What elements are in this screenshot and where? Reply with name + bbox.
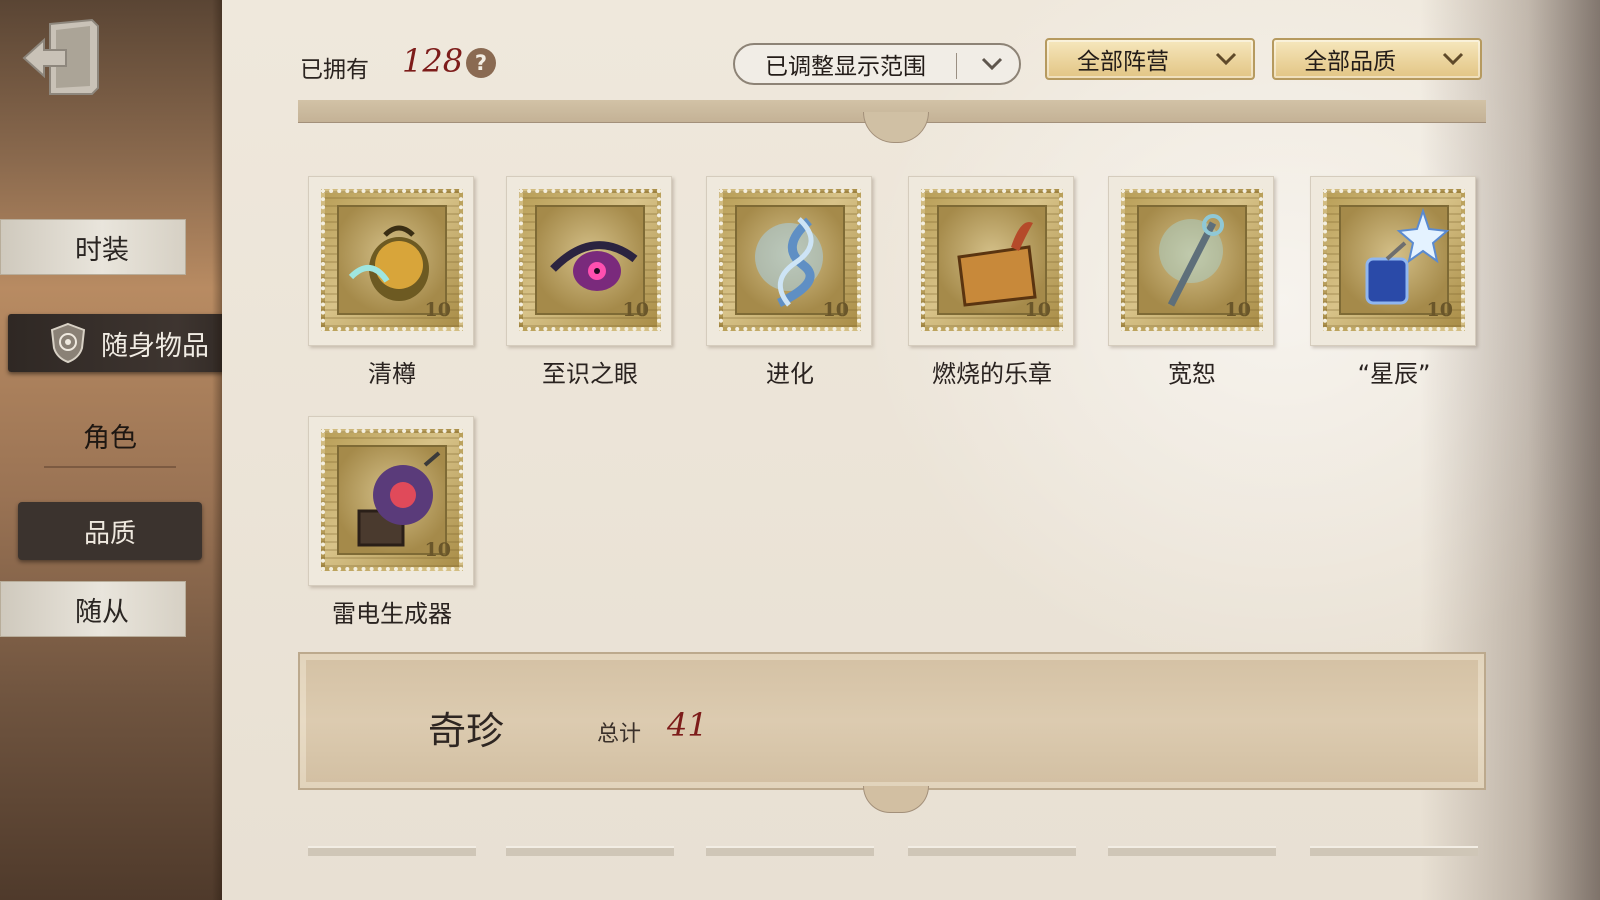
stamp-value: 10 <box>1024 299 1051 321</box>
sidebar-item-label: 角色 <box>83 422 137 454</box>
category-total-label: 总计 <box>597 722 642 747</box>
next-row-stamp[interactable] <box>1310 846 1478 856</box>
sidebar: 时装 随身物品 角色 品质 随从 <box>0 0 250 900</box>
quality-dropdown[interactable]: 全部品质 <box>1272 38 1482 80</box>
sidebar-item-label: 品质 <box>83 518 136 549</box>
owned-label: 已拥有 <box>300 57 369 83</box>
display-range-label: 已调整显示范围 <box>765 54 926 80</box>
chevron-down-icon <box>1442 52 1464 66</box>
next-row-stamp[interactable] <box>506 846 674 856</box>
stamp-value: 10 <box>424 539 451 561</box>
sidebar-item-costume[interactable]: 时装 <box>0 219 186 275</box>
stamp-value: 10 <box>822 299 849 321</box>
stamp: 10 <box>1121 189 1263 331</box>
stamp-frame: 10 <box>1310 176 1476 346</box>
stamp-frame: 10 <box>308 416 474 586</box>
item-stamp[interactable]: 10 燃烧的乐章 <box>908 176 1076 389</box>
item-label: 宽恕 <box>1168 360 1216 388</box>
chevron-down-icon <box>1215 52 1237 66</box>
stamp-frame: 10 <box>706 176 872 346</box>
sidebar-item-follower[interactable]: 随从 <box>0 581 186 637</box>
item-label: 进化 <box>766 360 814 388</box>
stamp-value: 10 <box>424 299 451 321</box>
sidebar-item-quality[interactable]: 品质 <box>18 502 202 560</box>
stamp-value: 10 <box>1224 299 1251 321</box>
stamp: 10 <box>921 189 1063 331</box>
stamp-frame: 10 <box>1108 176 1274 346</box>
item-stamp[interactable]: 10 进化 <box>706 176 874 389</box>
stamp-value: 10 <box>622 299 649 321</box>
stamp: 10 <box>519 189 661 331</box>
next-row-stamp[interactable] <box>908 846 1076 856</box>
sidebar-item-label: 时装 <box>75 234 129 266</box>
stamp: 10 <box>321 429 463 571</box>
item-label: “星辰” <box>1357 360 1431 388</box>
item-stamp[interactable]: 10 宽恕 <box>1108 176 1276 389</box>
help-icon[interactable]: ? <box>466 48 496 78</box>
next-row-stamp[interactable] <box>308 846 476 856</box>
sidebar-item-character[interactable]: 角色 <box>20 408 200 468</box>
category-title: 奇珍 <box>428 709 505 753</box>
item-label: 燃烧的乐章 <box>932 360 1052 388</box>
quality-dropdown-label: 全部品质 <box>1304 49 1396 75</box>
exit-icon[interactable] <box>20 18 102 100</box>
item-stamp[interactable]: 10 清樽 <box>308 176 476 389</box>
chevron-down-icon <box>981 57 1003 71</box>
item-stamp[interactable]: 10 至识之眼 <box>506 176 674 389</box>
item-stamp[interactable]: 10 雷电生成器 <box>308 416 476 629</box>
display-range-dropdown[interactable]: 已调整显示范围 <box>733 43 1021 85</box>
faction-dropdown[interactable]: 全部阵营 <box>1045 38 1255 80</box>
stamp-frame: 10 <box>308 176 474 346</box>
dropdown-separator <box>956 53 957 79</box>
shield-icon <box>50 322 86 364</box>
stamp: 10 <box>1323 189 1465 331</box>
item-label: 清樽 <box>368 360 416 388</box>
sidebar-item-label: 随从 <box>75 596 129 628</box>
category-total-value: 41 <box>667 706 708 744</box>
stamp-value: 10 <box>1426 299 1453 321</box>
stamp: 10 <box>719 189 861 331</box>
item-stamp[interactable]: 10 “星辰” <box>1310 176 1478 389</box>
stamp: 10 <box>321 189 463 331</box>
stamp-frame: 10 <box>908 176 1074 346</box>
faction-dropdown-label: 全部阵营 <box>1077 49 1169 75</box>
item-label: 雷电生成器 <box>332 600 452 628</box>
next-row-stamp[interactable] <box>706 846 874 856</box>
stamp-frame: 10 <box>506 176 672 346</box>
item-label: 至识之眼 <box>542 360 638 388</box>
sidebar-item-accessories[interactable]: 随身物品 <box>8 314 250 372</box>
owned-count: 128 <box>402 42 464 80</box>
sidebar-item-label: 随身物品 <box>101 330 209 362</box>
next-row-stamp[interactable] <box>1108 846 1276 856</box>
